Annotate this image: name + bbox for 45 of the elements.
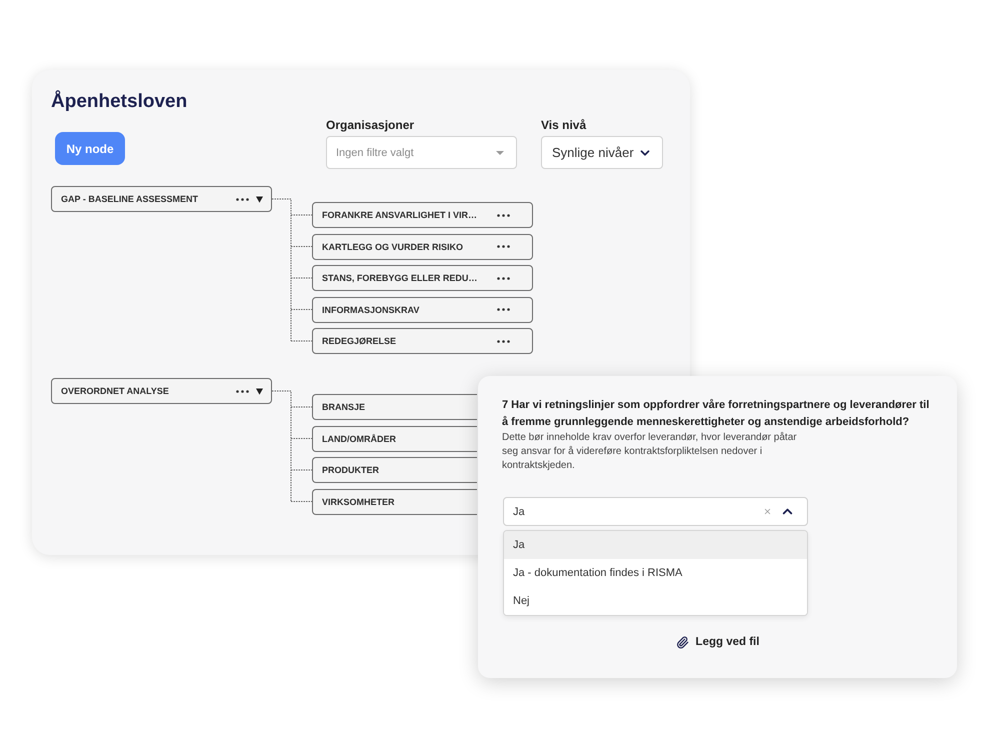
paperclip-icon — [676, 636, 689, 648]
node-label: OVERORDNET ANALYSE — [61, 386, 170, 396]
caret-down-icon — [496, 150, 504, 154]
more-icon[interactable] — [497, 245, 510, 248]
node-label: BRANSJE — [322, 402, 366, 412]
more-icon[interactable] — [497, 308, 510, 311]
page-title: Åpenhetsloven — [51, 90, 188, 114]
node-label: FORANKRE ANSVARLIGHET I VIR… — [322, 210, 478, 220]
node-label: LAND/OMRÅDER — [322, 434, 397, 444]
question-text: 7 Har vi retningslinjer som oppfordrer våre forretningspartnere og leverandører til å fremme grunnleggende menneskerettigheter og anstendige arbeidsforhold? — [502, 398, 930, 430]
dropdown-option[interactable]: Ja - dokumentation findes i RISMA — [504, 559, 807, 587]
answer-select[interactable]: Ja — [503, 497, 808, 526]
more-icon[interactable] — [497, 214, 510, 216]
node-label: VIRKSOMHETER — [322, 496, 396, 506]
tree-node[interactable]: REDEGJØRELSE — [312, 328, 533, 354]
filter-label: Vis nivå — [541, 118, 586, 132]
more-icon[interactable] — [497, 340, 510, 342]
node-label: REDEGJØRELSE — [322, 336, 398, 346]
tree-node[interactable]: INFORMASJONSKRAV — [312, 296, 533, 322]
tree-node[interactable]: FORANKRE ANSVARLIGHET I VIR… — [312, 202, 533, 228]
tree-node[interactable]: GAP - BASELINE ASSESSMENT — [51, 186, 272, 212]
node-label: STANS, FOREBYGG ELLER REDU… — [322, 273, 478, 283]
dropdown-option[interactable]: Nej — [504, 587, 807, 615]
level-dropdown[interactable]: Synlige nivåer — [541, 136, 663, 169]
tree-node[interactable]: KARTLEGG OG VURDER RISIKO — [312, 234, 533, 260]
more-icon[interactable] — [236, 198, 249, 200]
clear-icon[interactable] — [763, 507, 772, 516]
tree-node[interactable]: VIRKSOMHETER — [312, 488, 477, 514]
tree-node[interactable]: LAND/OMRÅDER — [312, 426, 477, 452]
question-description: Dette bør inneholde krav overfor leverandør, hvor leverandør påtar seg ansvar for å videreføre kontraktsforpliktelsen nedover i kontraktskjeden. — [502, 431, 798, 473]
tree-node[interactable]: BRANSJE — [312, 394, 477, 420]
filter-label: Organisasjoner — [326, 118, 414, 132]
dropdown-option[interactable]: Ja — [504, 531, 807, 559]
triangle-down-icon[interactable] — [256, 196, 263, 202]
tree-node[interactable]: OVERORDNET ANALYSE — [51, 378, 272, 404]
node-label: KARTLEGG OG VURDER RISIKO — [322, 242, 464, 252]
more-icon[interactable] — [497, 276, 510, 280]
tree-node[interactable]: STANS, FOREBYGG ELLER REDU… — [312, 265, 533, 291]
node-label: PRODUKTER — [322, 465, 380, 475]
attach-file-button[interactable]: Legg ved fil — [676, 632, 760, 652]
more-icon[interactable] — [236, 390, 249, 392]
node-label: GAP - BASELINE ASSESSMENT — [61, 194, 200, 204]
node-label: INFORMASJONSKRAV — [322, 304, 420, 314]
triangle-down-icon[interactable] — [256, 388, 263, 394]
tree-node[interactable]: PRODUKTER — [312, 457, 477, 483]
